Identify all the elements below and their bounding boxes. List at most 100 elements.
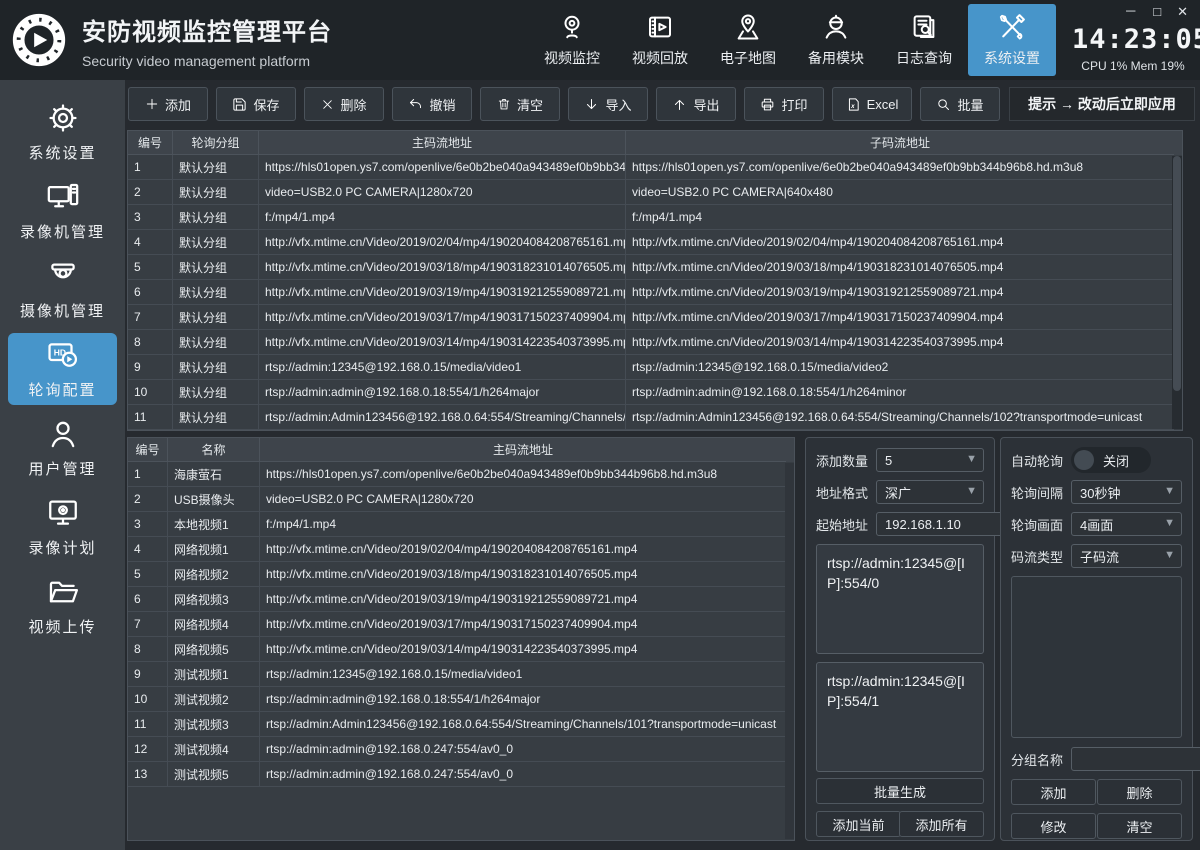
nav-log-query[interactable]: 日志查询 bbox=[880, 0, 968, 80]
add-count-select[interactable]: 5 ▼ bbox=[876, 448, 984, 472]
table-row[interactable]: 4 默认分组 http://vfx.mtime.cn/Video/2019/02… bbox=[128, 230, 1182, 255]
table-row[interactable]: 2 默认分组 video=USB2.0 PC CAMERA|1280x720 v… bbox=[128, 180, 1182, 205]
table-row[interactable]: 9 默认分组 rtsp://admin:12345@192.168.0.15/m… bbox=[128, 355, 1182, 380]
sidebar-item-system-settings[interactable]: 系统设置 bbox=[8, 96, 117, 168]
select-value: 30秒钟 bbox=[1080, 483, 1120, 502]
cell-sub-stream: http://vfx.mtime.cn/Video/2019/02/04/mp4… bbox=[626, 230, 1174, 255]
auto-poll-toggle[interactable]: 关闭 bbox=[1071, 447, 1151, 473]
batch-generate-button[interactable]: 批量生成 bbox=[816, 778, 984, 804]
cell-id: 1 bbox=[128, 462, 168, 487]
minimize-button[interactable]: － bbox=[1124, 4, 1137, 20]
poll-screen-label: 轮询画面 bbox=[1011, 515, 1071, 534]
table-row[interactable]: 3 默认分组 f:/mp4/1.mp4 f:/mp4/1.mp4 bbox=[128, 205, 1182, 230]
column-header-group[interactable]: 轮询分组 bbox=[173, 131, 259, 155]
table-row[interactable]: 13 测试视频5 rtsp://admin:admin@192.168.0.24… bbox=[128, 762, 794, 787]
group-listbox[interactable] bbox=[1011, 576, 1182, 738]
table-row[interactable]: 12 测试视频4 rtsp://admin:admin@192.168.0.24… bbox=[128, 737, 794, 762]
sidebar-item-user-mgmt[interactable]: 用户管理 bbox=[8, 412, 117, 484]
import-button[interactable]: 导入 bbox=[568, 87, 648, 121]
nav-video-playback[interactable]: 视频回放 bbox=[616, 0, 704, 80]
table-row[interactable]: 6 默认分组 http://vfx.mtime.cn/Video/2019/03… bbox=[128, 280, 1182, 305]
batch-generate-panel: 添加数量 5 ▼ 地址格式 深广 ▼ 起始地址 rtsp://admin:123… bbox=[805, 437, 995, 841]
button-label: 清空 bbox=[517, 95, 543, 114]
table-row[interactable]: 5 网络视频2 http://vfx.mtime.cn/Video/2019/0… bbox=[128, 562, 794, 587]
group-delete-button[interactable]: 删除 bbox=[1097, 779, 1182, 805]
table-row[interactable]: 5 默认分组 http://vfx.mtime.cn/Video/2019/03… bbox=[128, 255, 1182, 280]
group-add-button[interactable]: 添加 bbox=[1011, 779, 1096, 805]
sidebar-item-recorder-mgmt[interactable]: 录像机管理 bbox=[8, 175, 117, 247]
column-header-id[interactable]: 编号 bbox=[128, 131, 173, 155]
excel-button[interactable]: x Excel bbox=[832, 87, 912, 121]
table-row[interactable]: 7 网络视频4 http://vfx.mtime.cn/Video/2019/0… bbox=[128, 612, 794, 637]
chevron-down-icon: ▼ bbox=[966, 485, 977, 497]
column-header-sub-stream[interactable]: 子码流地址 bbox=[626, 131, 1174, 155]
cell-group: 默认分组 bbox=[173, 305, 259, 330]
url-template-2-textarea[interactable]: rtsp://admin:12345@[IP]:554/1 bbox=[816, 662, 984, 772]
column-header-id[interactable]: 编号 bbox=[128, 438, 168, 462]
cell-name: 本地视频1 bbox=[168, 512, 260, 537]
save-button[interactable]: 保存 bbox=[216, 87, 296, 121]
sidebar-item-label: 视频上传 bbox=[28, 616, 96, 637]
table-row[interactable]: 8 默认分组 http://vfx.mtime.cn/Video/2019/03… bbox=[128, 330, 1182, 355]
table-row[interactable]: 11 默认分组 rtsp://admin:Admin123456@192.168… bbox=[128, 405, 1182, 430]
column-header-name[interactable]: 名称 bbox=[168, 438, 260, 462]
export-button[interactable]: 导出 bbox=[656, 87, 736, 121]
button-label: 打印 bbox=[781, 95, 807, 114]
nav-video-monitor[interactable]: 视频监控 bbox=[528, 0, 616, 80]
table-row[interactable]: 1 默认分组 https://hls01open.ys7.com/openliv… bbox=[128, 155, 1182, 180]
sidebar-item-camera-mgmt[interactable]: 摄像机管理 bbox=[8, 254, 117, 326]
cell-group: 默认分组 bbox=[173, 180, 259, 205]
svg-text:x: x bbox=[850, 102, 855, 109]
add-current-button[interactable]: 添加当前 bbox=[816, 811, 901, 837]
gear-icon bbox=[46, 101, 80, 135]
close-button[interactable]: ✕ bbox=[1177, 4, 1188, 20]
batch-button[interactable]: 批量 bbox=[920, 87, 1000, 121]
add-button[interactable]: 添加 bbox=[128, 87, 208, 121]
clear-button[interactable]: 清空 bbox=[480, 87, 560, 121]
column-header-main-stream[interactable]: 主码流地址 bbox=[260, 438, 786, 462]
url-template-1-textarea[interactable]: rtsp://admin:12345@[IP]:554/0 bbox=[816, 544, 984, 654]
cell-main-stream: rtsp://admin:Admin123456@192.168.0.64:55… bbox=[260, 712, 786, 737]
nav-spare-module[interactable]: 备用模块 bbox=[792, 0, 880, 80]
sidebar-item-video-upload[interactable]: 视频上传 bbox=[8, 570, 117, 642]
table-row[interactable]: 1 海康萤石 https://hls01open.ys7.com/openliv… bbox=[128, 462, 794, 487]
cell-main-stream: http://vfx.mtime.cn/Video/2019/03/17/mp4… bbox=[260, 612, 786, 637]
table-row[interactable]: 2 USB摄像头 video=USB2.0 PC CAMERA|1280x720 bbox=[128, 487, 794, 512]
chevron-down-icon: ▼ bbox=[966, 453, 977, 465]
print-button[interactable]: 打印 bbox=[744, 87, 824, 121]
nav-system-settings[interactable]: 系统设置 bbox=[968, 4, 1056, 76]
scrollbar-thumb[interactable] bbox=[1173, 156, 1181, 391]
undo-button[interactable]: 撤销 bbox=[392, 87, 472, 121]
table-row[interactable]: 4 网络视频1 http://vfx.mtime.cn/Video/2019/0… bbox=[128, 537, 794, 562]
nav-e-map[interactable]: 电子地图 bbox=[704, 0, 792, 80]
column-header-main-stream[interactable]: 主码流地址 bbox=[259, 131, 626, 155]
nav-label: 视频监控 bbox=[544, 48, 600, 68]
delete-button[interactable]: 删除 bbox=[304, 87, 384, 121]
table-row[interactable]: 10 默认分组 rtsp://admin:admin@192.168.0.18:… bbox=[128, 380, 1182, 405]
table-row[interactable]: 3 本地视频1 f:/mp4/1.mp4 bbox=[128, 512, 794, 537]
group-name-input[interactable] bbox=[1071, 747, 1200, 771]
arrow-down-icon bbox=[584, 97, 599, 112]
scrollbar-track[interactable] bbox=[785, 463, 794, 839]
maximize-button[interactable]: □ bbox=[1153, 4, 1161, 20]
group-modify-button[interactable]: 修改 bbox=[1011, 813, 1096, 839]
sidebar-item-record-plan[interactable]: 录像计划 bbox=[8, 491, 117, 563]
table-row[interactable]: 10 测试视频2 rtsp://admin:admin@192.168.0.18… bbox=[128, 687, 794, 712]
poll-interval-select[interactable]: 30秒钟 ▼ bbox=[1071, 480, 1182, 504]
table-row[interactable]: 9 测试视频1 rtsp://admin:12345@192.168.0.15/… bbox=[128, 662, 794, 687]
stream-type-select[interactable]: 子码流 ▼ bbox=[1071, 544, 1182, 568]
add-all-button[interactable]: 添加所有 bbox=[899, 811, 984, 837]
cell-name: 网络视频2 bbox=[168, 562, 260, 587]
table-row[interactable]: 11 测试视频3 rtsp://admin:Admin123456@192.16… bbox=[128, 712, 794, 737]
table-row[interactable]: 6 网络视频3 http://vfx.mtime.cn/Video/2019/0… bbox=[128, 587, 794, 612]
addr-format-select[interactable]: 深广 ▼ bbox=[876, 480, 984, 504]
group-clear-button[interactable]: 清空 bbox=[1097, 813, 1182, 839]
table-row[interactable]: 8 网络视频5 http://vfx.mtime.cn/Video/2019/0… bbox=[128, 637, 794, 662]
cell-name: USB摄像头 bbox=[168, 487, 260, 512]
table-row[interactable]: 7 默认分组 http://vfx.mtime.cn/Video/2019/03… bbox=[128, 305, 1182, 330]
cell-group: 默认分组 bbox=[173, 255, 259, 280]
sidebar-item-polling-config[interactable]: HD 轮询配置 bbox=[8, 333, 117, 405]
mem-usage: Mem 19% bbox=[1131, 59, 1185, 73]
poll-screen-select[interactable]: 4画面 ▼ bbox=[1071, 512, 1182, 536]
scrollbar-track[interactable] bbox=[1172, 156, 1182, 429]
